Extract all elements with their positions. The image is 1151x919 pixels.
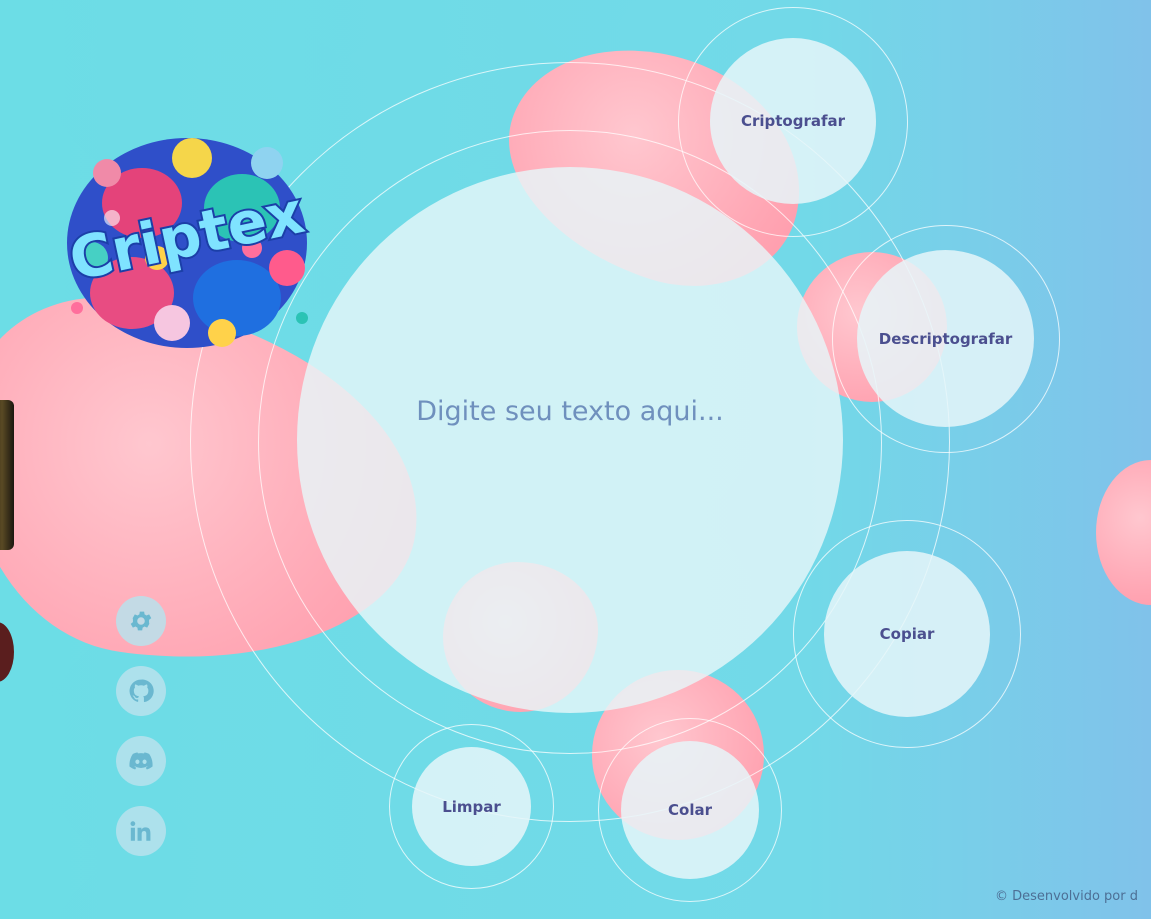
encrypt-button[interactable]: Criptografar bbox=[710, 38, 876, 204]
criptex-logo: Criptex bbox=[52, 118, 322, 363]
decrypt-button[interactable]: Descriptografar bbox=[857, 250, 1034, 427]
discord-icon bbox=[129, 752, 153, 770]
discord-link[interactable] bbox=[116, 736, 166, 786]
gear-icon bbox=[130, 611, 152, 631]
copy-button-label: Copiar bbox=[879, 625, 935, 643]
decorative-blob bbox=[1096, 460, 1151, 605]
linkedin-icon bbox=[130, 821, 151, 841]
github-link[interactable] bbox=[116, 666, 166, 716]
encrypt-button-label: Criptografar bbox=[740, 112, 846, 130]
copy-button[interactable]: Copiar bbox=[824, 551, 990, 717]
linkedin-link[interactable] bbox=[116, 806, 166, 856]
footer-credits: © Desenvolvido por d bbox=[995, 889, 1138, 904]
paste-button[interactable]: Colar bbox=[621, 741, 759, 879]
clear-button[interactable]: Limpar bbox=[412, 747, 531, 866]
github-icon bbox=[129, 679, 154, 703]
decorative-object bbox=[0, 622, 14, 682]
text-input[interactable] bbox=[340, 300, 800, 540]
paste-button-label: Colar bbox=[668, 801, 712, 819]
decrypt-button-label: Descriptografar bbox=[878, 329, 1013, 348]
decorative-object bbox=[0, 400, 14, 550]
clear-button-label: Limpar bbox=[442, 797, 501, 816]
settings-button[interactable] bbox=[116, 596, 166, 646]
